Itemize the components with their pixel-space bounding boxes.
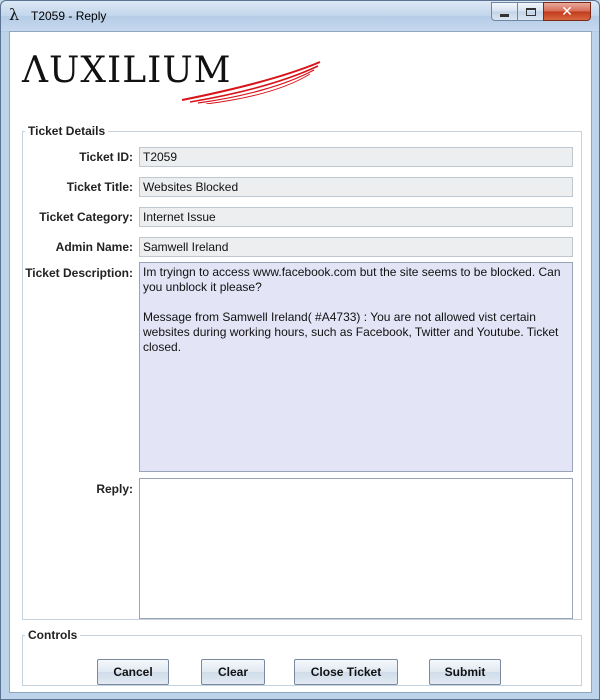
description-message: Im tryingn to access www.facebook.com bu… xyxy=(143,265,561,294)
window-title: T2059 - Reply xyxy=(31,9,107,23)
close-button[interactable]: ✕ xyxy=(543,2,591,21)
ticket-description-label: Ticket Description: xyxy=(25,266,133,280)
admin-name-field: Samwell Ireland xyxy=(139,237,573,257)
title-bar[interactable]: λ T2059 - Reply ✕ xyxy=(1,1,599,31)
reply-textarea[interactable] xyxy=(139,478,573,619)
close-ticket-button[interactable]: Close Ticket xyxy=(294,659,398,685)
clear-button[interactable]: Clear xyxy=(201,659,265,685)
cancel-button[interactable]: Cancel xyxy=(97,659,169,685)
controls-group: Controls Cancel Clear Close Ticket Submi… xyxy=(22,628,582,686)
submit-button[interactable]: Submit xyxy=(429,659,501,685)
logo-swoosh-icon xyxy=(181,61,321,104)
controls-legend: Controls xyxy=(28,628,78,642)
client-area: ΛUXILIUM Ticket Details Ticket ID: T2059… xyxy=(9,31,592,693)
ticket-title-label: Ticket Title: xyxy=(66,180,133,194)
admin-name-label: Admin Name: xyxy=(55,240,133,254)
description-admin-reply: Message from Samwell Ireland( #A4733) : … xyxy=(143,310,559,354)
minimize-button[interactable] xyxy=(491,2,518,21)
ticket-details-group: Ticket Details Ticket ID: T2059 Ticket T… xyxy=(22,124,582,620)
maximize-button[interactable] xyxy=(517,2,544,21)
ticket-id-field: T2059 xyxy=(139,147,573,167)
close-icon: ✕ xyxy=(561,3,573,20)
reply-label: Reply: xyxy=(96,482,133,496)
ticket-id-label: Ticket ID: xyxy=(79,150,133,164)
ticket-title-field: Websites Blocked xyxy=(139,177,573,197)
ticket-description-area[interactable]: Im tryingn to access www.facebook.com bu… xyxy=(139,262,573,472)
app-lambda-icon: λ xyxy=(9,5,20,24)
ticket-details-legend: Ticket Details xyxy=(28,124,106,138)
ticket-category-label: Ticket Category: xyxy=(39,210,133,224)
ticket-category-field: Internet Issue xyxy=(139,207,573,227)
minimize-icon xyxy=(500,13,509,17)
reply-window: λ T2059 - Reply ✕ ΛUXILIUM Ticket Detail… xyxy=(0,0,600,700)
auxilium-logo: ΛUXILIUM xyxy=(22,42,322,104)
maximize-icon xyxy=(525,7,536,16)
